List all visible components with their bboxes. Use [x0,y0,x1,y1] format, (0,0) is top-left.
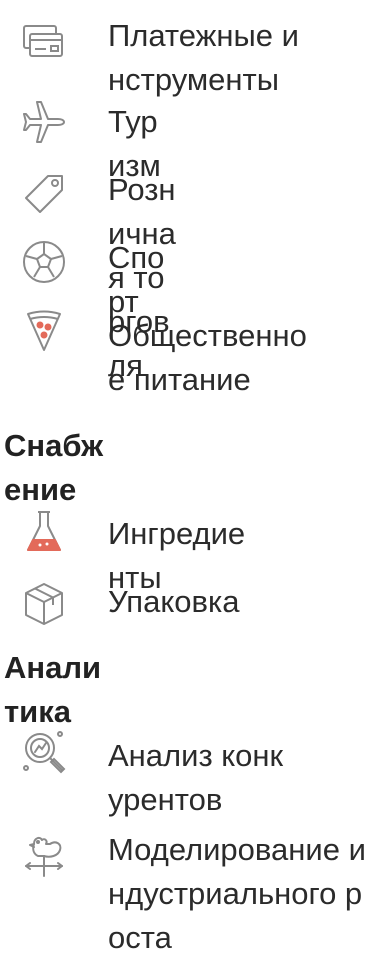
price-tag-icon [20,170,68,218]
weathervane-icon [20,830,68,878]
menu-item-label: Общественное питание [108,318,307,397]
menu-item-label: Моделирование индустриального роста [108,832,366,955]
flask-icon [20,508,68,556]
menu-item-label: Упаковка [108,584,240,619]
pizza-slice-icon [20,306,68,354]
credit-card-icon [20,18,68,66]
menu-item-label: Платежные инструменты [108,18,299,97]
section-title-analytics: Аналитика [4,650,102,729]
menu-item-label: Анализ конкурентов [108,738,284,817]
soccer-ball-icon [20,238,68,286]
magnifier-chart-icon [20,728,68,776]
menu-item-label: Спорт [108,240,165,319]
section-title-supply: Снабжение [4,428,104,507]
box-icon [20,580,68,628]
airplane-icon [20,98,68,146]
